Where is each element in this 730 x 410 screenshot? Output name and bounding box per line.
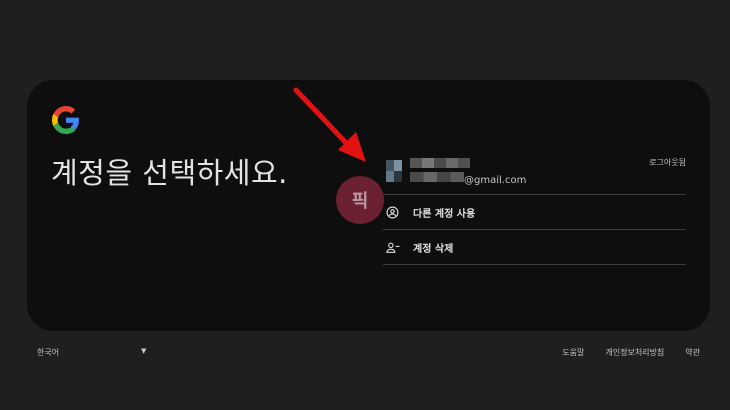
language-label: 한국어 bbox=[37, 348, 60, 357]
use-another-account-button[interactable]: 다른 계정 사용 bbox=[383, 195, 686, 230]
blurred-account-name bbox=[410, 158, 470, 168]
watermark-badge: 픽 bbox=[336, 176, 384, 224]
footer-links: 도움말 개인정보처리방침 약관 bbox=[541, 347, 700, 358]
avatar bbox=[386, 160, 402, 182]
account-email-domain: @gmail.com bbox=[464, 175, 527, 186]
footer: 한국어 ▼ 도움말 개인정보처리방침 약관 bbox=[37, 346, 700, 360]
page-title: 계정을 선택하세요. bbox=[51, 156, 288, 190]
account-list: @gmail.com 로그아웃됨 다른 계정 사용 계정 삭제 bbox=[383, 152, 686, 265]
use-another-account-label: 다른 계정 사용 bbox=[413, 208, 476, 220]
account-circle-icon bbox=[386, 205, 400, 219]
remove-account-label: 계정 삭제 bbox=[413, 243, 454, 255]
signed-out-label: 로그아웃됨 bbox=[649, 158, 686, 167]
help-link[interactable]: 도움말 bbox=[562, 347, 584, 358]
terms-link[interactable]: 약관 bbox=[685, 347, 700, 358]
privacy-link[interactable]: 개인정보처리방침 bbox=[605, 347, 664, 358]
remove-account-button[interactable]: 계정 삭제 bbox=[383, 230, 686, 265]
blurred-email-user bbox=[410, 172, 464, 182]
dropdown-caret-icon[interactable]: ▼ bbox=[141, 347, 146, 355]
google-logo-icon bbox=[52, 106, 79, 134]
account-item[interactable]: @gmail.com 로그아웃됨 bbox=[383, 152, 686, 195]
person-remove-icon bbox=[386, 240, 400, 254]
language-selector[interactable]: 한국어 bbox=[37, 347, 59, 358]
watermark-text: 픽 bbox=[351, 191, 369, 212]
